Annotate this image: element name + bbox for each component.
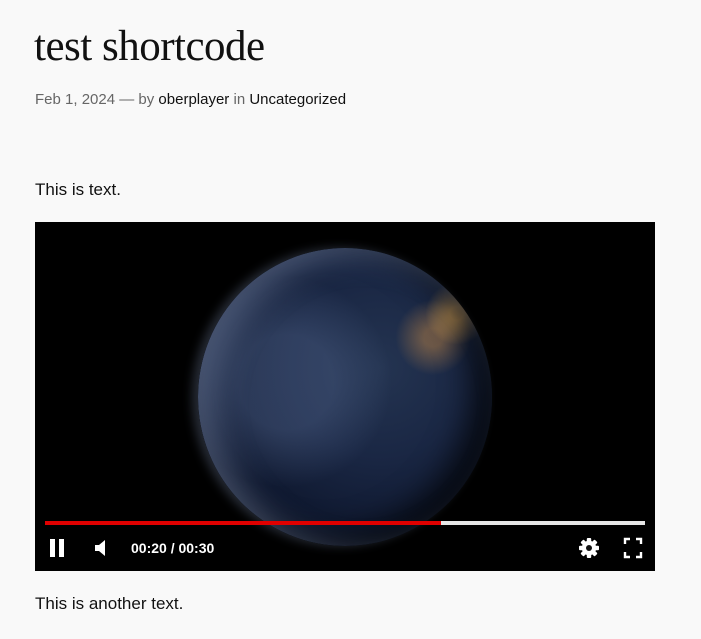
time-display: 00:20 / 00:30 xyxy=(131,540,215,556)
fullscreen-icon[interactable] xyxy=(622,534,644,567)
meta-in-label: in xyxy=(233,91,246,108)
post-title: test shortcode xyxy=(34,23,265,70)
author-link[interactable]: oberplayer xyxy=(158,91,229,108)
post-date: Feb 1, 2024 xyxy=(35,91,116,108)
paragraph-1: This is text. xyxy=(35,180,121,199)
pause-icon[interactable] xyxy=(48,534,66,567)
category-link[interactable]: Uncategorized xyxy=(249,91,346,108)
paragraph-2: This is another text. xyxy=(35,594,184,613)
video-frame-earth xyxy=(198,248,492,546)
volume-icon[interactable] xyxy=(93,534,109,567)
gear-icon[interactable] xyxy=(578,534,600,567)
progress-bar-fill xyxy=(45,521,441,525)
meta-separator: — by xyxy=(119,91,155,108)
post-meta: Feb 1, 2024 — by oberplayer in Uncategor… xyxy=(35,91,346,108)
progress-bar[interactable] xyxy=(45,521,645,525)
player-controls: 00:20 / 00:30 xyxy=(35,534,655,562)
video-player[interactable]: 00:20 / 00:30 xyxy=(35,222,655,571)
